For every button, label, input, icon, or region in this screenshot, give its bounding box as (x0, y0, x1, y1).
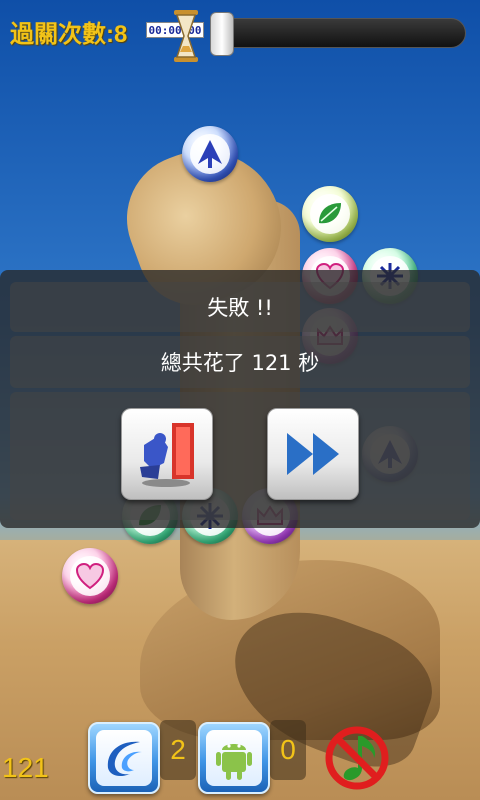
bubble-arrow-up[interactable] (182, 126, 238, 182)
android-count: 0 (270, 720, 306, 780)
progress-slider-thumb[interactable] (210, 12, 234, 56)
leaf-icon (319, 203, 341, 224)
exit-button[interactable] (121, 408, 213, 500)
top-hud: 過關次數:8 00:00:00 (0, 0, 480, 64)
result-dialog: 失敗 !! 總共花了 121 秒 (0, 270, 480, 528)
wave-count: 2 (160, 720, 196, 780)
bubble-heart[interactable] (62, 548, 118, 604)
android-robot-icon (216, 744, 252, 780)
bubble-leaf[interactable] (302, 186, 358, 242)
hourglass-icon (174, 10, 198, 62)
dialog-message: 總共花了 121 秒 (10, 336, 470, 388)
dialog-title: 失敗 !! (10, 282, 470, 332)
score-counter: 121 (2, 752, 49, 783)
next-level-button[interactable] (267, 408, 359, 500)
mute-music-button[interactable] (322, 722, 392, 792)
wave-power-button[interactable] (88, 722, 160, 794)
fast-forward-icon (287, 433, 339, 475)
android-power-button[interactable] (198, 722, 270, 794)
arrow-up-icon (198, 140, 222, 168)
music-off-icon (325, 726, 389, 790)
dialog-button-row (10, 392, 470, 520)
heart-icon (75, 562, 105, 590)
exit-door-icon (140, 423, 194, 487)
level-count-label: 過關次數:8 (10, 21, 128, 48)
wave-icon (107, 741, 142, 776)
progress-slider-track[interactable] (214, 18, 466, 48)
